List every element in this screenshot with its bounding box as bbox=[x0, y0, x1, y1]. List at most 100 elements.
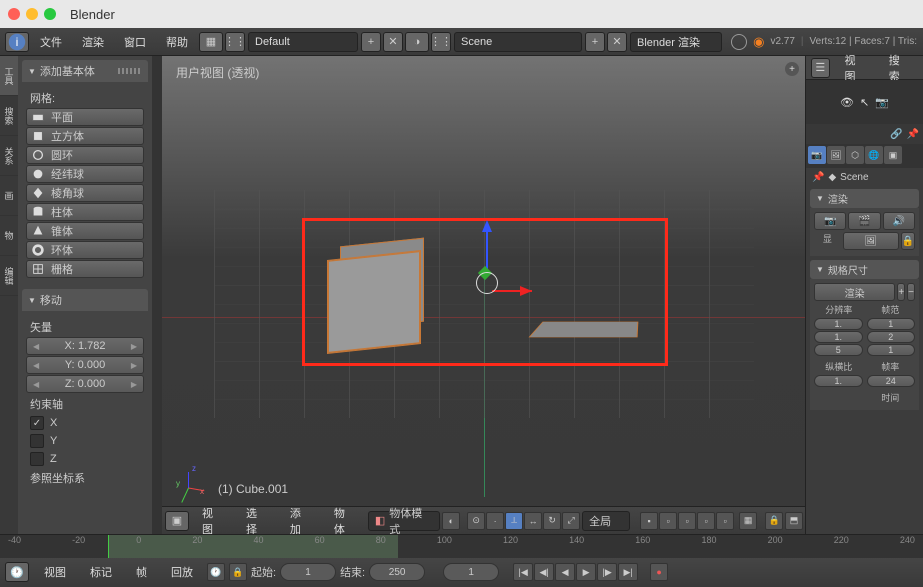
add-cone-button[interactable]: 锥体 bbox=[26, 222, 144, 240]
snap-toggle[interactable]: ⬒ bbox=[785, 512, 803, 530]
scene-icon[interactable]: ◑ bbox=[405, 32, 429, 52]
framerate-dropdown[interactable]: 24 bbox=[867, 375, 916, 387]
jump-first-button[interactable]: |◀ bbox=[513, 563, 533, 581]
editor-type-3dview-icon[interactable]: ▣ bbox=[165, 511, 189, 531]
add-plane-button[interactable]: 平面 bbox=[26, 108, 144, 126]
autokey-toggle[interactable]: ● bbox=[650, 563, 668, 581]
screen-browse-button[interactable]: ⋮⋮ bbox=[225, 32, 245, 52]
interaction-mode-dropdown[interactable]: ◧物体模式 bbox=[368, 511, 440, 531]
render-panel-header[interactable]: 渲染 bbox=[810, 189, 919, 208]
screen-layout-field[interactable]: Default bbox=[248, 32, 358, 52]
display-mode-dropdown[interactable]: 🖼 bbox=[843, 232, 899, 250]
v3d-menu-add[interactable]: 添加 bbox=[280, 505, 322, 537]
manipulator-rotate[interactable]: ↻ bbox=[543, 512, 561, 530]
render-anim-button[interactable]: 🎬 bbox=[848, 212, 880, 230]
add-circle-button[interactable]: 圆环 bbox=[26, 146, 144, 164]
gizmo-center-circle[interactable] bbox=[476, 272, 498, 294]
v3d-menu-select[interactable]: 选择 bbox=[236, 505, 278, 537]
visibility-toggle-icon[interactable]: 👁 bbox=[840, 96, 854, 109]
scene-field[interactable]: Scene bbox=[454, 32, 582, 52]
n-panel-toggle-button[interactable]: + bbox=[785, 62, 799, 76]
3d-viewport[interactable]: 用户视图 (透视) + z x y (1) Cube.001 bbox=[162, 56, 805, 506]
tl-menu-frame[interactable]: 帧 bbox=[126, 564, 157, 580]
tl-menu-view[interactable]: 视图 bbox=[34, 564, 76, 580]
menu-file[interactable]: 文件 bbox=[30, 34, 72, 50]
v3d-menu-object[interactable]: 物体 bbox=[324, 505, 366, 537]
toolshelf-tab-search[interactable]: 搜索 bbox=[0, 96, 18, 136]
manipulator-toggle[interactable]: ⟂ bbox=[505, 512, 523, 530]
selectable-toggle-icon[interactable]: ↖ bbox=[860, 96, 869, 109]
gizmo-x-arrow[interactable] bbox=[520, 286, 532, 296]
toolshelf-tab-draw[interactable]: 画 bbox=[0, 176, 18, 216]
add-cylinder-button[interactable]: 柱体 bbox=[26, 203, 144, 221]
frame-step-field[interactable]: 1 bbox=[867, 344, 916, 356]
translate-x-field[interactable]: ◀X: 1.782▶ bbox=[26, 337, 144, 355]
pin-icon[interactable]: 📌 bbox=[812, 172, 824, 183]
update-icon[interactable] bbox=[731, 34, 747, 50]
toolshelf-tab-edit[interactable]: 编辑 bbox=[0, 256, 18, 296]
toolshelf-tab-tools[interactable]: 工具 bbox=[0, 56, 18, 96]
render-still-button[interactable]: 📷 bbox=[814, 212, 846, 230]
translate-z-field[interactable]: ◀Z: 0.000▶ bbox=[26, 375, 144, 393]
pivot-point-dropdown[interactable]: ⊙ bbox=[467, 512, 485, 530]
prop-tab-world[interactable]: 🌐 bbox=[865, 146, 883, 164]
transform-orientation-dropdown[interactable]: 全局 bbox=[582, 511, 630, 531]
menu-window[interactable]: 窗口 bbox=[114, 34, 156, 50]
tl-menu-playback[interactable]: 回放 bbox=[161, 564, 203, 580]
translate-y-field[interactable]: ◀Y: 0.000▶ bbox=[26, 356, 144, 374]
render-preset-dropdown[interactable]: 渲染 bbox=[814, 283, 895, 301]
push-icon[interactable]: 📌 bbox=[907, 129, 919, 140]
constraint-x-checkbox[interactable]: ✓X bbox=[26, 414, 144, 432]
add-torus-button[interactable]: 环体 bbox=[26, 241, 144, 259]
render-engine-dropdown[interactable]: Blender 渲染 bbox=[630, 32, 722, 52]
play-button[interactable]: ▶ bbox=[576, 563, 596, 581]
pivot-each-toggle[interactable]: · bbox=[486, 512, 504, 530]
zoom-window-button[interactable] bbox=[44, 8, 56, 20]
keyframe-prev-button[interactable]: ◀| bbox=[534, 563, 554, 581]
editor-type-timeline-icon[interactable]: 🕐 bbox=[5, 562, 29, 582]
lock-camera-toggle[interactable]: 🔒 bbox=[765, 512, 783, 530]
preset-add-button[interactable]: + bbox=[897, 283, 905, 301]
layer-button-5[interactable]: ▫ bbox=[716, 512, 734, 530]
current-frame-field[interactable]: 1 bbox=[443, 563, 499, 581]
layer-button-1[interactable]: ▪ bbox=[640, 512, 658, 530]
keyframe-next-button[interactable]: |▶ bbox=[597, 563, 617, 581]
add-primitive-header[interactable]: 添加基本体 bbox=[22, 60, 148, 82]
minimize-window-button[interactable] bbox=[26, 8, 38, 20]
use-preview-range-toggle[interactable]: 🕐 bbox=[207, 563, 225, 581]
toolshelf-scrollbar[interactable] bbox=[152, 56, 162, 534]
constraint-z-checkbox[interactable]: Z bbox=[26, 450, 144, 468]
scene-browse-button[interactable]: ⋮⋮ bbox=[431, 32, 451, 52]
outliner-menu-search[interactable]: 搜索 bbox=[879, 52, 919, 84]
layer-button-2[interactable]: ▫ bbox=[659, 512, 677, 530]
outliner-tree[interactable]: 👁 ↖ 📷 bbox=[806, 80, 923, 124]
layer-group-icon[interactable]: ▦ bbox=[739, 512, 757, 530]
aspect-x-field[interactable]: 1. bbox=[814, 375, 863, 387]
scene-add-button[interactable]: + bbox=[585, 32, 605, 52]
screen-delete-button[interactable]: ✕ bbox=[383, 32, 403, 52]
add-grid-button[interactable]: 栅格 bbox=[26, 260, 144, 278]
screen-add-button[interactable]: + bbox=[361, 32, 381, 52]
start-frame-field[interactable]: 1 bbox=[280, 563, 336, 581]
render-audio-button[interactable]: 🔊 bbox=[883, 212, 915, 230]
scene-delete-button[interactable]: ✕ bbox=[607, 32, 627, 52]
tl-menu-marker[interactable]: 标记 bbox=[80, 564, 122, 580]
menu-help[interactable]: 帮助 bbox=[156, 34, 198, 50]
lock-interface-toggle[interactable]: 🔒 bbox=[901, 232, 915, 250]
gizmo-z-arrow[interactable] bbox=[482, 220, 492, 232]
plane-object[interactable] bbox=[529, 322, 639, 338]
add-uvsphere-button[interactable]: 经纬球 bbox=[26, 165, 144, 183]
close-window-button[interactable] bbox=[8, 8, 20, 20]
resolution-x-field[interactable]: 1. bbox=[814, 318, 863, 330]
manipulator-scale[interactable]: ⤢ bbox=[562, 512, 580, 530]
editor-type-info-icon[interactable]: i bbox=[5, 32, 29, 52]
screen-layout-icon[interactable]: ▦ bbox=[199, 32, 223, 52]
play-reverse-button[interactable]: ◀ bbox=[555, 563, 575, 581]
dimensions-panel-header[interactable]: 规格尺寸 bbox=[810, 260, 919, 279]
editor-type-outliner-icon[interactable]: ☰ bbox=[811, 58, 830, 78]
preset-remove-button[interactable]: − bbox=[907, 283, 915, 301]
move-operator-header[interactable]: 移动 bbox=[22, 289, 148, 311]
renderable-toggle-icon[interactable]: 📷 bbox=[875, 96, 889, 109]
prop-tab-layers[interactable]: 🖼 bbox=[827, 146, 845, 164]
link-icon[interactable]: 🔗 bbox=[890, 129, 902, 140]
